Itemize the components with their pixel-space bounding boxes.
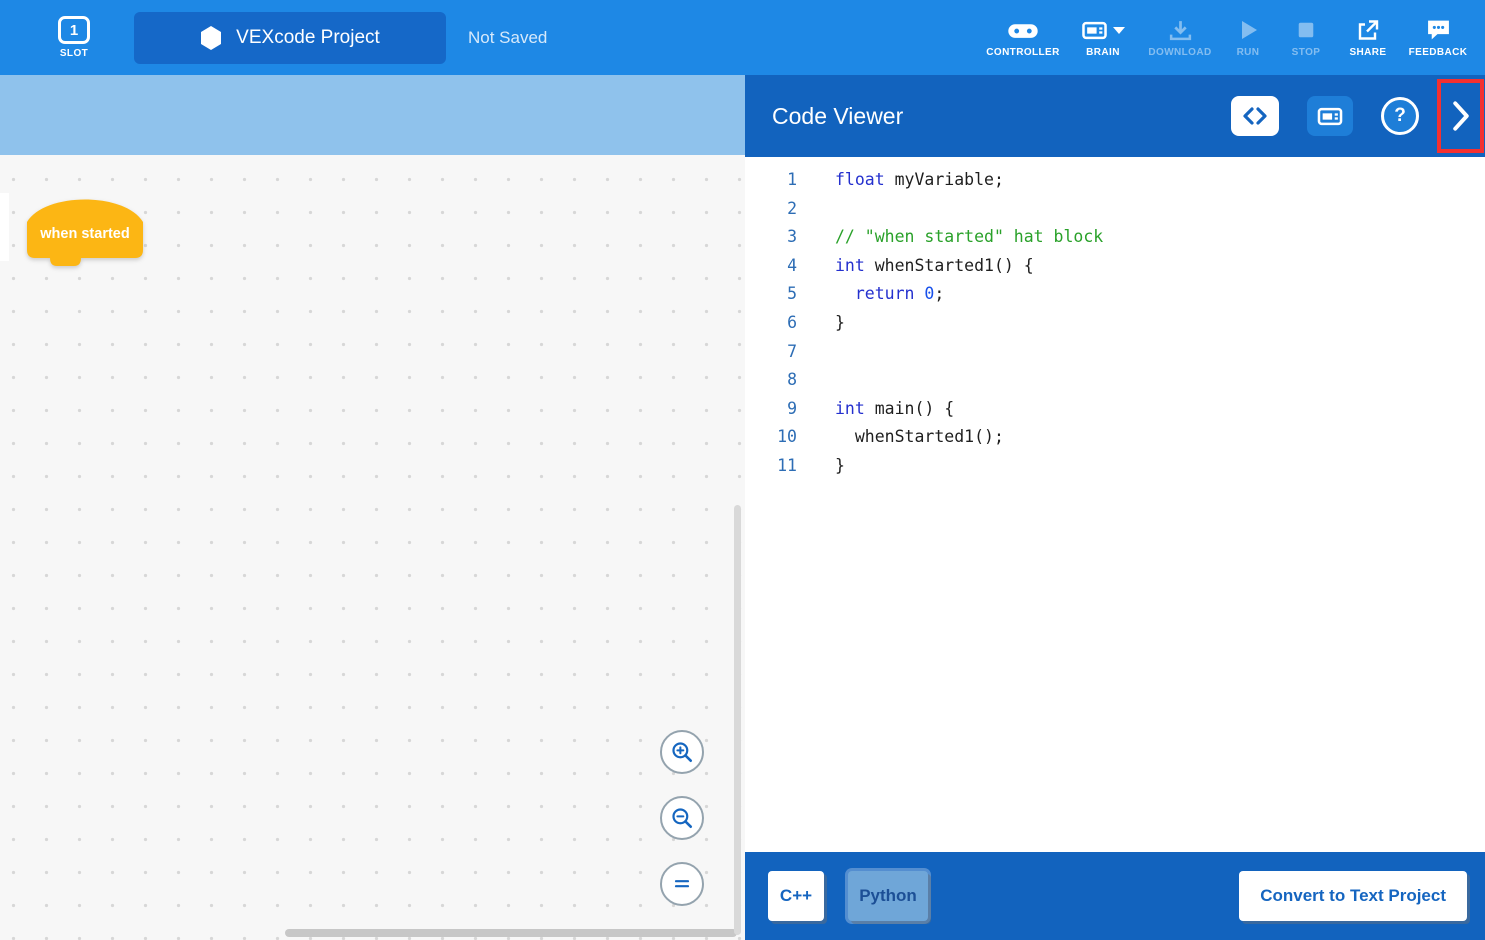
brain-button[interactable]: BRAIN bbox=[1065, 17, 1141, 58]
run-button: RUN bbox=[1219, 17, 1277, 58]
feedback-icon bbox=[1426, 17, 1451, 43]
stop-button: STOP bbox=[1277, 17, 1335, 58]
slot-button[interactable]: 1 SLOT bbox=[58, 16, 90, 59]
share-icon bbox=[1356, 17, 1380, 43]
slot-number: 1 bbox=[70, 22, 78, 39]
code-line: 9int main() { bbox=[745, 395, 1485, 424]
zoom-out-button[interactable] bbox=[660, 796, 704, 840]
code-line: 2 bbox=[745, 195, 1485, 224]
code-line: 3// "when started" hat block bbox=[745, 223, 1485, 252]
collapse-panel-highlight bbox=[1437, 79, 1484, 153]
project-name-label: VEXcode Project bbox=[236, 27, 380, 49]
python-tab[interactable]: Python bbox=[848, 871, 928, 921]
code-line: 1float myVariable; bbox=[745, 166, 1485, 195]
project-name-button[interactable]: VEXcode Project bbox=[134, 12, 446, 64]
stop-label: STOP bbox=[1292, 47, 1321, 58]
toolbar-actions: CONTROLLER BRAIN DOWNLOAD RUN S bbox=[981, 17, 1475, 58]
zoom-reset-icon bbox=[671, 873, 693, 895]
chevron-right-icon bbox=[1451, 101, 1471, 131]
top-toolbar: 1 SLOT VEXcode Project Not Saved CONTROL… bbox=[0, 0, 1485, 75]
feedback-label: FEEDBACK bbox=[1409, 47, 1468, 58]
zoom-controls bbox=[660, 730, 704, 906]
download-label: DOWNLOAD bbox=[1148, 47, 1211, 58]
code-line: 10 whenStarted1(); bbox=[745, 423, 1485, 452]
code-line: 5 return 0; bbox=[745, 280, 1485, 309]
stop-icon bbox=[1296, 17, 1316, 43]
toolbox-strip bbox=[0, 75, 745, 155]
convert-to-text-button[interactable]: Convert to Text Project bbox=[1239, 871, 1467, 921]
vertical-scrollbar[interactable] bbox=[734, 505, 741, 935]
slot-label: SLOT bbox=[60, 48, 88, 59]
zoom-out-icon bbox=[670, 806, 694, 830]
brain-icon bbox=[1081, 17, 1125, 43]
when-started-label: when started bbox=[27, 226, 143, 242]
zoom-in-button[interactable] bbox=[660, 730, 704, 774]
brain-screen-icon bbox=[1317, 106, 1343, 127]
zoom-reset-button[interactable] bbox=[660, 862, 704, 906]
code-line: 6} bbox=[745, 309, 1485, 338]
run-icon bbox=[1237, 17, 1259, 43]
help-button[interactable]: ? bbox=[1381, 97, 1419, 135]
code-line: 4int whenStarted1() { bbox=[745, 252, 1485, 281]
blocks-workspace: when started bbox=[0, 75, 745, 940]
controller-button[interactable]: CONTROLLER bbox=[981, 17, 1065, 58]
run-label: RUN bbox=[1237, 47, 1260, 58]
cpp-tab[interactable]: C++ bbox=[768, 871, 824, 921]
flyout-edge bbox=[0, 193, 9, 261]
brain-preview-button[interactable] bbox=[1307, 96, 1353, 136]
share-label: SHARE bbox=[1349, 47, 1386, 58]
code-viewer-panel: Code Viewer ? bbox=[745, 75, 1485, 940]
when-started-block[interactable]: when started bbox=[27, 190, 143, 267]
workspace-canvas[interactable]: when started bbox=[0, 155, 745, 940]
share-button[interactable]: SHARE bbox=[1335, 17, 1401, 58]
slot-icon: 1 bbox=[58, 16, 90, 44]
controller-label: CONTROLLER bbox=[986, 47, 1059, 58]
controller-icon bbox=[1007, 17, 1039, 43]
code-brackets-icon bbox=[1242, 106, 1268, 126]
code-viewer-title: Code Viewer bbox=[772, 103, 903, 130]
code-line: 7 bbox=[745, 338, 1485, 367]
hexagon-icon bbox=[200, 26, 222, 50]
code-line: 8 bbox=[745, 366, 1485, 395]
question-mark-icon: ? bbox=[1394, 105, 1406, 127]
collapse-panel-button[interactable] bbox=[1451, 101, 1471, 131]
code-viewer-header: Code Viewer ? bbox=[745, 75, 1485, 157]
brain-dropdown-caret bbox=[1113, 27, 1125, 34]
horizontal-scrollbar[interactable] bbox=[285, 929, 737, 937]
feedback-button[interactable]: FEEDBACK bbox=[1401, 17, 1475, 58]
code-line: 11} bbox=[745, 452, 1485, 481]
zoom-in-icon bbox=[670, 740, 694, 764]
code-lines: 1float myVariable;23// "when started" ha… bbox=[745, 157, 1485, 852]
save-status: Not Saved bbox=[468, 28, 547, 48]
code-view-button[interactable] bbox=[1231, 96, 1279, 136]
download-icon bbox=[1168, 17, 1193, 43]
download-button: DOWNLOAD bbox=[1141, 17, 1219, 58]
code-viewer-footer: C++ Python Convert to Text Project bbox=[745, 852, 1485, 940]
brain-label: BRAIN bbox=[1086, 47, 1120, 58]
